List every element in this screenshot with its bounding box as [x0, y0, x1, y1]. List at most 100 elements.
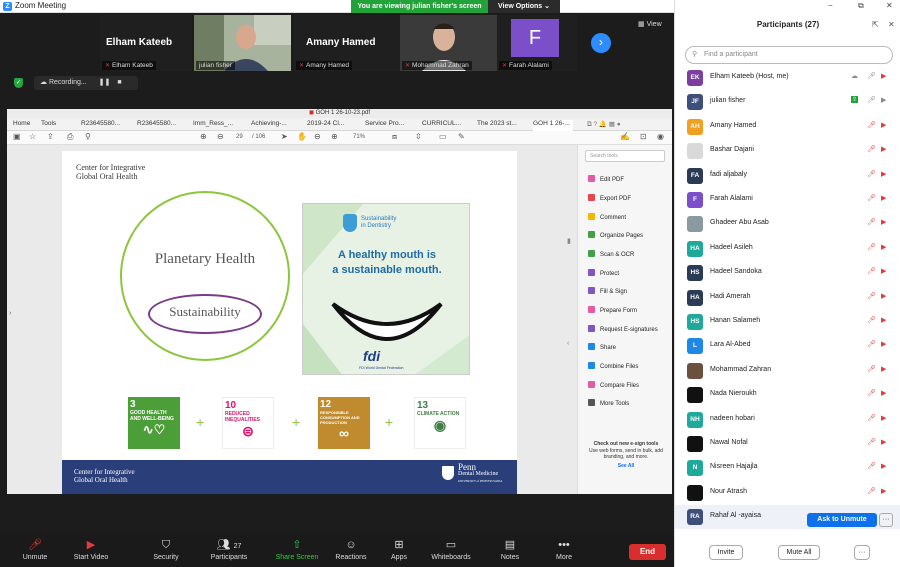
see-all-link[interactable]: See All [584, 463, 668, 470]
apps-button[interactable]: ⊞ Apps [374, 535, 424, 567]
pen-icon[interactable]: ✎ [458, 132, 465, 141]
start-video-button[interactable]: ▶︎ Start Video [66, 535, 116, 567]
video-tile[interactable]: Elham Kateeb ✕ Elham Kateeb [100, 15, 192, 71]
tool-export-pdf[interactable]: Export PDF [588, 194, 631, 202]
search-tools-input[interactable]: Search tools [585, 150, 665, 162]
video-tile[interactable]: ✕ Mohammad Zahran [400, 15, 498, 71]
reactions-button[interactable]: ☺ Reactions [326, 535, 376, 567]
participant-row[interactable]: N Nisreen Hajajla 🎤︎ ▶︎ [675, 456, 900, 480]
participant-row[interactable]: Nawal Nofal 🎤︎ ▶︎ [675, 432, 900, 456]
tool-combine-files[interactable]: Combine Files [588, 362, 638, 370]
share-screen-button[interactable]: ⇧ Share Screen [272, 535, 322, 567]
participant-row[interactable]: Ghadeer Abu Asab 🎤︎ ▶︎ [675, 212, 900, 236]
sign-icon[interactable]: ✍ [620, 132, 630, 141]
participant-row[interactable]: Nour Atrash 🎤︎ ▶︎ [675, 481, 900, 505]
participant-row[interactable]: AH Amany Hamed 🎤︎ ▶︎ [675, 115, 900, 139]
tool-protect[interactable]: Protect [588, 269, 619, 277]
tab-document[interactable]: Service Pro... [365, 120, 405, 131]
participants-button[interactable]: 👥︎ 27 Participants [204, 535, 254, 567]
stop-recording-icon[interactable]: ■ [117, 79, 121, 86]
whiteboards-button[interactable]: ▭ Whiteboards [426, 535, 476, 567]
video-tile[interactable]: Amany Hamed ✕ Amany Hamed [294, 15, 410, 71]
invite-button[interactable]: Invite [709, 545, 743, 560]
close-panel-icon[interactable]: ✕ [888, 20, 895, 29]
fit-page-icon[interactable]: ⧈ [392, 132, 397, 142]
ask-to-unmute-button[interactable]: Ask to Unmute [807, 513, 877, 527]
notes-button[interactable]: ▤ Notes [485, 535, 535, 567]
participant-row[interactable]: FA fadi aljabaly 🎤︎ ▶︎ [675, 164, 900, 188]
right-panel-toggle-icon[interactable]: ‹ [567, 340, 569, 347]
more-button[interactable]: ••• More [539, 535, 589, 567]
scrollbar-thumb[interactable]: ▮ [567, 237, 571, 245]
comment-icon[interactable]: ▭ [439, 132, 447, 141]
tab-document[interactable]: R23645580... [137, 120, 177, 131]
participant-more-button[interactable]: ··· [879, 513, 893, 527]
video-tile[interactable]: julian fisher [194, 15, 291, 71]
page-up-icon[interactable]: ⊕ [200, 132, 207, 141]
tab-home[interactable]: Home [13, 120, 30, 131]
tab-document[interactable]: The 2023 st... [477, 120, 517, 131]
pop-out-icon[interactable]: ⇱ [872, 20, 879, 29]
participant-row[interactable]: JF julian fisher 🎤︎ ▶︎ ⇧ [675, 90, 900, 114]
zoom-out-icon[interactable]: ⊖ [314, 132, 321, 141]
scroll-mode-icon[interactable]: ⇳ [415, 132, 422, 141]
page-number-field[interactable]: 29 [236, 134, 243, 140]
video-tile[interactable]: F ✕ Farah Alalami [497, 15, 577, 71]
minimize-icon[interactable]: − [828, 1, 833, 10]
left-panel-toggle-icon[interactable]: › [9, 310, 11, 317]
tool-more-tools[interactable]: More Tools [588, 399, 629, 407]
participant-row[interactable]: HA Hadi Amerah 🎤︎ ▶︎ [675, 286, 900, 310]
pause-recording-icon[interactable]: ❚❚ [99, 79, 111, 86]
participant-row[interactable]: HS Hadeel Sandoka 🎤︎ ▶︎ [675, 261, 900, 285]
tool-edit-pdf[interactable]: Edit PDF [588, 175, 624, 183]
participant-row[interactable]: EK Elham Kateeb (Host, me) 🎤︎ ▶︎ ☁ [675, 66, 900, 90]
participant-row[interactable]: F Farah Alalami 🎤︎ ▶︎ [675, 188, 900, 212]
tool-fill-sign[interactable]: Fill & Sign [588, 287, 627, 295]
participant-row[interactable]: NH nadeen hobari 🎤︎ ▶︎ [675, 408, 900, 432]
account-icon[interactable]: ◉ [657, 132, 664, 141]
upload-icon[interactable]: ⇪ [47, 132, 54, 141]
tool-request-esignatures[interactable]: Request E-signatures [588, 325, 658, 333]
tool-prepare-form[interactable]: Prepare Form [588, 306, 637, 314]
tab-active-document[interactable]: GOH 1 26-... [533, 120, 573, 131]
tool-compare-files[interactable]: Compare Files [588, 381, 639, 389]
participant-search-input[interactable]: ⚲ Find a participant [685, 46, 893, 64]
zoom-in-icon[interactable]: ⊕ [331, 132, 338, 141]
participant-row[interactable]: Bashar Dajani 🎤︎ ▶︎ [675, 139, 900, 163]
tool-organize-pages[interactable]: Organize Pages [588, 231, 643, 239]
participant-row[interactable]: Mohammad Zahran 🎤︎ ▶︎ [675, 359, 900, 383]
tool-scan-ocr[interactable]: Scan & OCR [588, 250, 634, 258]
save-icon[interactable]: ▣ [13, 132, 21, 141]
unmute-button[interactable]: 🎤︎ Unmute [10, 535, 60, 567]
participant-row[interactable]: HA Hadeel Asileh 🎤︎ ▶︎ [675, 237, 900, 261]
tool-comment[interactable]: Comment [588, 213, 626, 221]
tab-document[interactable]: CURRICUL... [422, 120, 462, 131]
panel-more-button[interactable]: ··· [854, 545, 870, 560]
hand-icon[interactable]: ✋ [297, 132, 307, 141]
close-window-icon[interactable]: ✕ [886, 1, 893, 10]
avatar: HA [687, 240, 703, 257]
zoom-level[interactable]: 71% [353, 134, 365, 140]
tab-document[interactable]: Imm_Ress_... [193, 120, 233, 131]
print-icon[interactable]: ⎙ [67, 132, 73, 142]
tab-document[interactable]: R23645580... [81, 120, 121, 131]
mute-all-button[interactable]: Mute All [778, 545, 820, 560]
cursor-icon[interactable]: ➤ [281, 132, 288, 141]
tab-tools[interactable]: Tools [41, 120, 56, 131]
tab-document[interactable]: Achieving-... [251, 120, 291, 131]
page-down-icon[interactable]: ⊖ [217, 132, 224, 141]
participant-row[interactable]: L Lara Al-Abed 🎤︎ ▶︎ [675, 334, 900, 358]
bookmark-star-icon[interactable]: ☆ [29, 132, 36, 141]
view-button[interactable]: ▦ View [638, 20, 662, 28]
search-icon[interactable]: ⚲ [85, 132, 91, 141]
tool-share[interactable]: Share [588, 343, 616, 351]
participant-row[interactable]: Nada Nieroukh 🎤︎ ▶︎ [675, 383, 900, 407]
view-options-button[interactable]: View Options ⌄ [488, 0, 560, 13]
share-link-icon[interactable]: ⊡ [640, 132, 647, 141]
next-page-arrow-icon[interactable]: › [591, 33, 611, 53]
tab-document[interactable]: 2019-24 Cl... [307, 120, 347, 131]
security-button[interactable]: ⛉ Security [141, 535, 191, 567]
end-meeting-button[interactable]: End [629, 544, 666, 560]
maximize-icon[interactable]: ⧉ [858, 1, 864, 11]
participant-row[interactable]: HS Hanan Salameh 🎤︎ ▶︎ [675, 310, 900, 334]
